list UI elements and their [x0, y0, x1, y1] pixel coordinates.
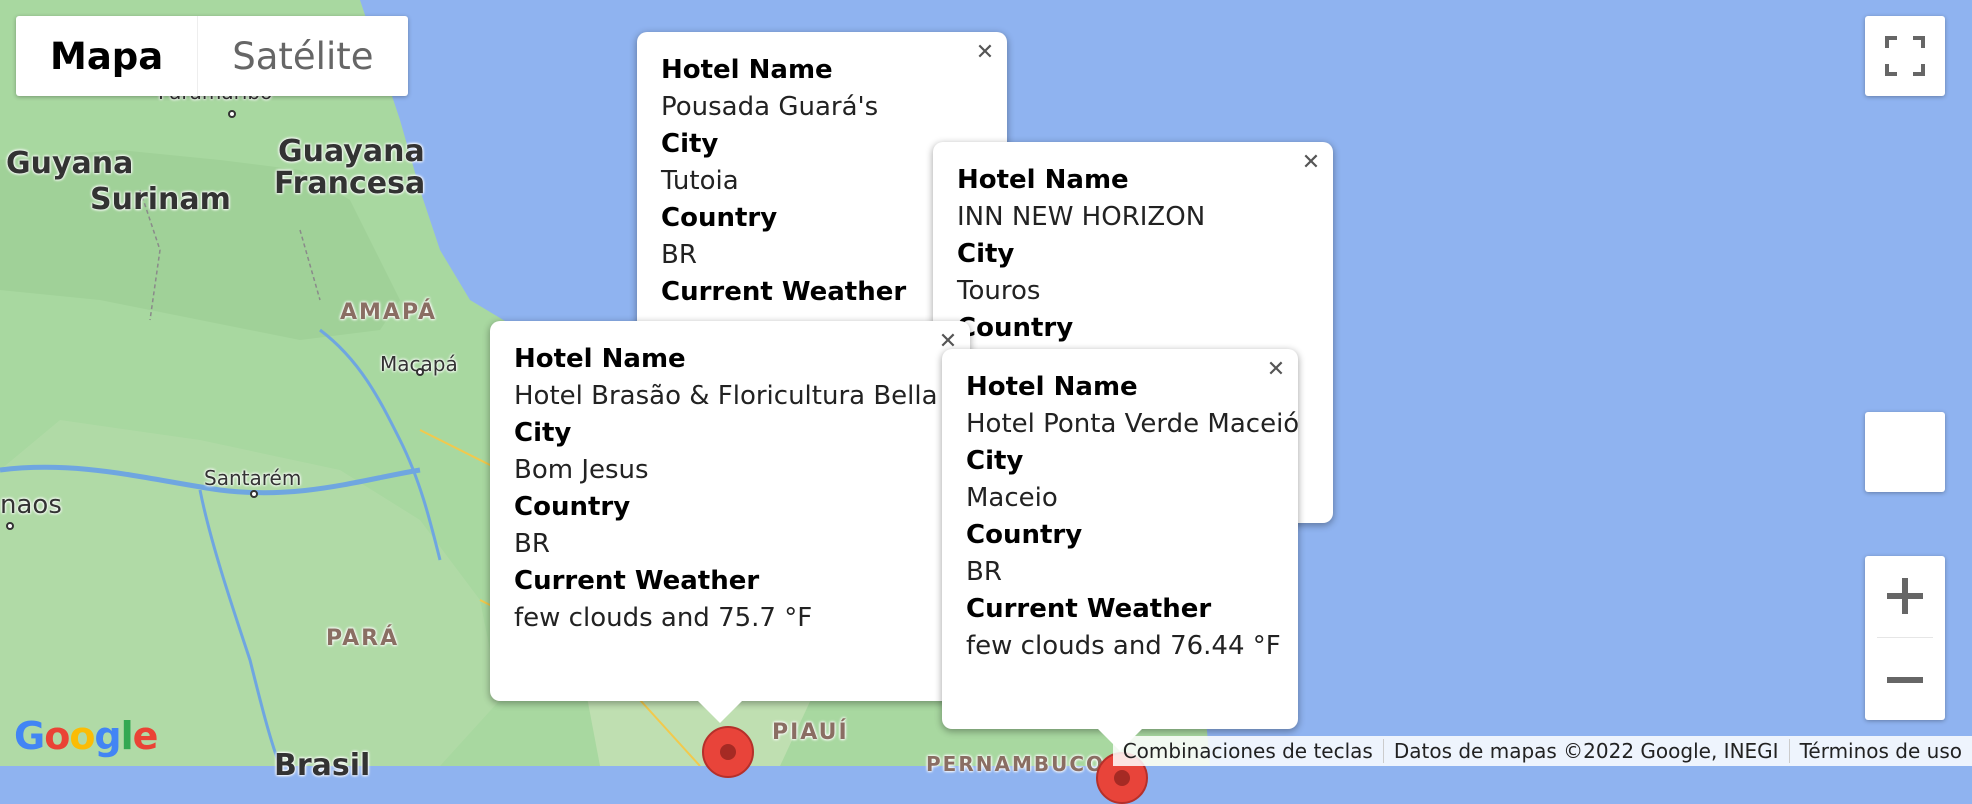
- city-value: Touros: [957, 276, 1041, 306]
- hotel-name-label: Hotel Name: [957, 165, 1129, 195]
- map-label-surinam: Surinam: [90, 182, 231, 217]
- hotel-name-label: Hotel Name: [514, 344, 686, 374]
- close-icon[interactable]: ✕: [1262, 355, 1290, 383]
- minus-icon: [1887, 677, 1923, 683]
- map-data-attribution: Datos de mapas ©2022 Google, INEGI: [1382, 739, 1789, 763]
- zoom-in-button[interactable]: [1865, 556, 1945, 636]
- map-type-satellite-button[interactable]: Satélite: [197, 16, 407, 96]
- country-label: Country: [957, 313, 1074, 343]
- zoom-control: [1865, 556, 1945, 720]
- country-value: BR: [966, 557, 1002, 587]
- weather-label: Current Weather: [966, 594, 1212, 624]
- city-dot: [416, 368, 424, 376]
- map-label-santarem: Santarém: [204, 466, 302, 490]
- map-label-guyana: Guyana: [6, 146, 134, 181]
- weather-label: Current Weather: [514, 566, 760, 596]
- hotel-name-value: Hotel Ponta Verde Maceió: [966, 409, 1300, 439]
- city-label: City: [957, 239, 1015, 269]
- zoom-divider: [1877, 637, 1933, 638]
- hotel-name-value: INN NEW HORIZON: [957, 202, 1206, 232]
- attribution-bar: Combinaciones de teclas Datos de mapas ©…: [1112, 736, 1972, 766]
- fullscreen-button[interactable]: [1865, 16, 1945, 96]
- info-window: ✕ Hotel Name Hotel Ponta Verde Maceió Ci…: [942, 349, 1300, 751]
- map-type-control: Mapa Satélite: [16, 16, 408, 96]
- close-icon[interactable]: ✕: [1297, 148, 1325, 176]
- city-value: Bom Jesus: [514, 455, 649, 485]
- info-window: ✕ Hotel Name Hotel Brasão & Floricultura…: [490, 321, 995, 723]
- info-window-tail: [698, 701, 742, 723]
- terms-link[interactable]: Términos de uso: [1788, 739, 1972, 763]
- country-label: Country: [514, 492, 631, 522]
- weather-value: few clouds and 76.44 °F: [966, 631, 1281, 661]
- hotel-name-value: Hotel Brasão & Floricultura Bella Flor: [514, 381, 995, 411]
- hotel-name-label: Hotel Name: [661, 55, 833, 85]
- city-dot: [6, 522, 14, 530]
- city-dot: [250, 490, 258, 498]
- country-label: Country: [966, 520, 1083, 550]
- map-label-guayana: Guayana: [278, 134, 425, 169]
- close-icon[interactable]: ✕: [971, 38, 999, 66]
- map-type-map-button[interactable]: Mapa: [16, 16, 197, 96]
- map-label-para: PARÁ: [326, 626, 400, 651]
- hotel-name-value: Pousada Guará's: [661, 92, 879, 122]
- zoom-out-button[interactable]: [1865, 640, 1945, 720]
- weather-value: few clouds and 75.7 °F: [514, 603, 813, 633]
- map-label-piaui: PIAUÍ: [772, 720, 849, 745]
- map-label-manaos: naos: [0, 490, 62, 520]
- keyboard-shortcuts-link[interactable]: Combinaciones de teclas: [1113, 739, 1383, 763]
- fullscreen-icon: [1885, 36, 1925, 76]
- city-value: Maceio: [966, 483, 1058, 513]
- map-label-francesa: Francesa: [274, 166, 426, 201]
- hotel-name-label: Hotel Name: [966, 372, 1138, 402]
- street-view-button[interactable]: [1865, 412, 1945, 492]
- country-value: BR: [514, 529, 550, 559]
- plus-icon: [1887, 578, 1923, 614]
- google-logo: Google: [14, 714, 158, 758]
- city-label: City: [514, 418, 572, 448]
- map-label-pernambuco: PERNAMBUCO: [926, 752, 1106, 776]
- city-dot: [228, 110, 236, 118]
- map-marker[interactable]: [702, 726, 754, 778]
- map-label-amapa: AMAPÁ: [340, 300, 438, 325]
- city-label: City: [966, 446, 1024, 476]
